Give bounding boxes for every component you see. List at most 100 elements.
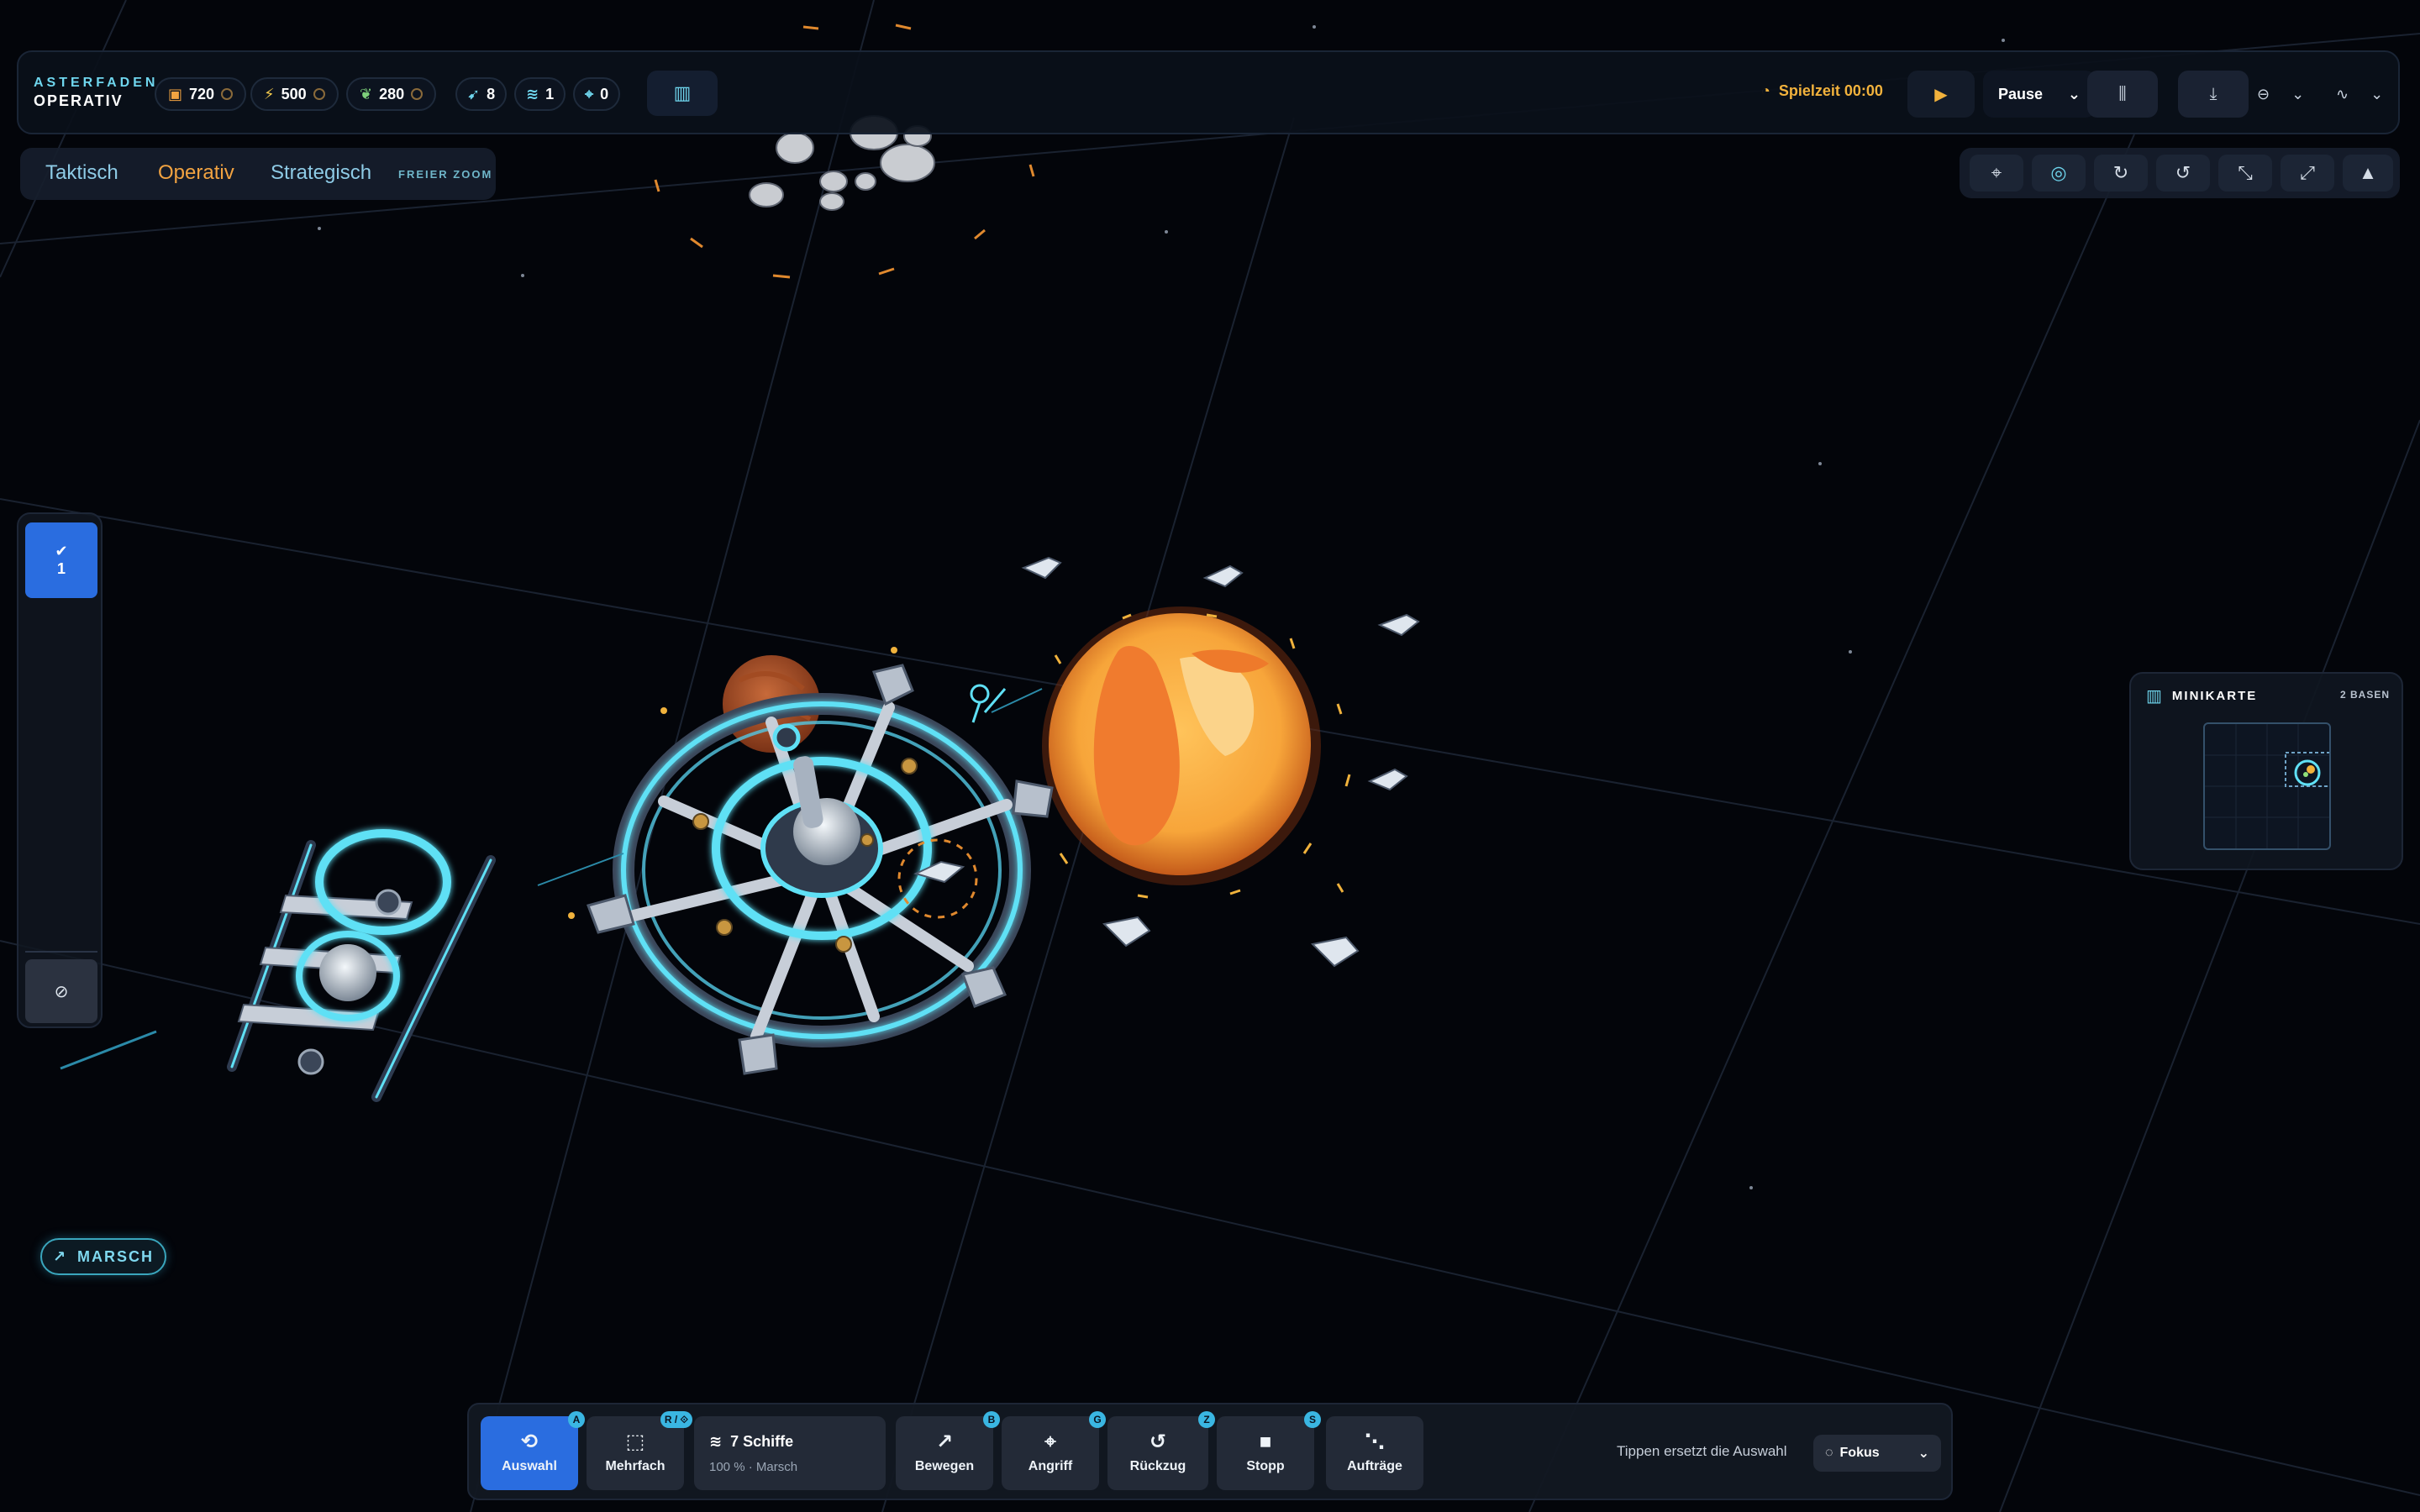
play-icon: ▶ <box>1934 85 1948 104</box>
minimap-unit-marker <box>2303 772 2308 777</box>
unit-count-fleet[interactable]: ➹ 8 <box>455 77 508 111</box>
export-button[interactable]: ⤓ <box>2178 71 2249 118</box>
globe-icon: ◎ <box>2050 162 2067 183</box>
move-button[interactable]: ↗ Bewegen B <box>896 1411 1000 1490</box>
expand-icon: ⤢ <box>2300 162 2315 183</box>
attack-button[interactable]: ⌖ Angriff G <box>1002 1411 1106 1490</box>
layers-icon: ≋ <box>709 1433 723 1450</box>
rotate-right-icon: ↻ <box>2112 162 2129 183</box>
resource-energy-value: 500 <box>281 85 307 102</box>
zoom-in-button[interactable]: ⤡ <box>2218 155 2272 192</box>
tab-operative[interactable]: Operativ <box>158 161 234 185</box>
game-clock-label: Spielzeit 00:00 <box>1778 82 1883 99</box>
tab-strategic[interactable]: Strategisch <box>271 161 371 185</box>
select-button[interactable]: ⟲ Auswahl A <box>481 1411 585 1490</box>
fleet-count: 7 Schiffe <box>730 1433 794 1450</box>
focus-icon: ◌ <box>1825 1446 1833 1460</box>
map-icon: ▥ <box>673 82 692 103</box>
stop-icon: ■ <box>1259 1431 1272 1453</box>
unit-count-target[interactable]: ⌖ 0 <box>573 77 621 111</box>
rotate-left-icon: ↺ <box>2175 162 2191 183</box>
resource-energy[interactable]: ⚡ 500 <box>250 77 339 111</box>
multi-select-label: Mehrfach <box>605 1459 666 1473</box>
download-icon: ⤓ <box>2209 84 2217 103</box>
game-viewport[interactable] <box>0 0 2420 1512</box>
hotkey-badge: Z <box>1198 1411 1215 1428</box>
compass-icon: ⊘ <box>54 982 69 1001</box>
free-zoom-toggle[interactable]: FREIER ZOOM <box>398 168 492 181</box>
divider <box>25 951 97 953</box>
unit-count-layers[interactable]: ≋ 1 <box>514 77 566 111</box>
clock-icon: ◔ <box>1761 82 1770 99</box>
zoom-out-button[interactable]: ⤢ <box>2281 155 2334 192</box>
crosshair-icon: ⌖ <box>1991 162 2002 183</box>
camera-toolbar: ⌖ ◎ ↻ ↺ ⤡ ⤢ ▲ <box>1960 148 2400 198</box>
minimap-header: ▥ MINIKARTE <box>2146 685 2257 706</box>
rotate-left-button[interactable]: ↺ <box>2156 155 2210 192</box>
control-group-panel: ✔ 1 ⊘ <box>17 512 103 1028</box>
control-group-1[interactable]: ✔ 1 <box>25 522 97 598</box>
stop-label: Stopp <box>1246 1459 1285 1473</box>
map-button[interactable]: ▥ <box>647 71 718 116</box>
control-group-number: 1 <box>56 560 66 577</box>
stars <box>318 25 2005 1189</box>
arrow-up-right-icon: ↗ <box>935 1431 954 1453</box>
check-icon: ✔ <box>55 543 68 559</box>
minimap-panel: ▥ MINIKARTE 2 BASEN <box>2129 672 2403 870</box>
minimap-sun-marker <box>2307 765 2315 774</box>
audio-button[interactable]: ⫼ <box>2087 71 2158 118</box>
waveform-icon: ⫼ <box>2118 84 2127 103</box>
fleet-summary[interactable]: ≋ 7 Schiffe 100 % · Marsch <box>694 1416 886 1490</box>
top-bar: ASTERFADEN OPERATIV ▣ 720 ⚡ 500 ❦ 280 ➹ … <box>17 50 2400 134</box>
orbit-view-button[interactable]: ◎ <box>2032 155 2086 192</box>
march-status-button[interactable]: ↗ MARSCH <box>40 1238 166 1275</box>
resource-crate[interactable]: ▣ 720 <box>155 77 247 111</box>
resource-biomass-value: 280 <box>379 85 405 102</box>
tab-tactical[interactable]: Taktisch <box>45 161 118 185</box>
hotkey-badge: R / ⟐ <box>660 1411 692 1428</box>
hotkey-badge: G <box>1089 1411 1106 1428</box>
view-options-dropdown[interactable]: ⊖ ⌄ <box>2257 71 2304 118</box>
hotkey-badge: B <box>983 1411 1000 1428</box>
focus-label: Fokus <box>1839 1446 1880 1460</box>
minimap-base-count: 2 BASEN <box>2339 689 2390 701</box>
speed-label: Pause <box>1998 85 2044 102</box>
selection-hint: Tippen ersetzt die Auswahl <box>1617 1443 1787 1459</box>
retreat-button[interactable]: ↺ Rückzug Z <box>1107 1411 1215 1490</box>
map-icon: ▥ <box>2146 687 2164 706</box>
brand: ASTERFADEN OPERATIV <box>34 76 158 110</box>
fleet-icon: ➹ <box>467 86 481 102</box>
unit-count-fleet-value: 8 <box>487 85 496 102</box>
focus-dropdown[interactable]: ◌ Fokus ⌄ <box>1813 1435 1941 1472</box>
cursor-icon: ⟲ <box>520 1431 539 1453</box>
speed-dropdown[interactable]: Pause ⌄ <box>1983 71 2096 118</box>
orders-button[interactable]: ⋱ Aufträge <box>1326 1416 1423 1490</box>
leaf-icon: ❦ <box>360 86 373 102</box>
arrow-up-right-icon: ↗ <box>52 1247 68 1265</box>
resource-biomass[interactable]: ❦ 280 <box>346 77 437 111</box>
select-label: Auswahl <box>502 1459 557 1473</box>
multi-select-button[interactable]: ⬚ Mehrfach R / ⟐ <box>587 1411 692 1490</box>
resource-crate-value: 720 <box>189 85 215 102</box>
chevron-down-icon: ⌄ <box>2291 85 2305 102</box>
group-settings-button[interactable]: ⊘ <box>25 959 97 1023</box>
chevron-down-icon: ⌄ <box>1918 1446 1929 1461</box>
march-label: MARSCH <box>77 1247 155 1265</box>
ship <box>1377 613 1420 637</box>
center-view-button[interactable]: ⌖ <box>1970 155 2023 192</box>
chevron-down-icon: ⌄ <box>2067 85 2081 102</box>
game-clock: ◔ Spielzeit 00:00 <box>1761 82 1883 100</box>
unit-count-layers-value: 1 <box>545 85 555 102</box>
activity-dropdown[interactable]: ∿ ⌄ <box>2336 71 2383 118</box>
navigate-button[interactable]: ▲ <box>2343 155 2393 192</box>
unit-count-target-value: 0 <box>600 85 609 102</box>
collapse-icon: ⤡ <box>2238 162 2253 183</box>
attack-label: Angriff <box>1028 1459 1073 1473</box>
play-button[interactable]: ▶ <box>1907 71 1975 118</box>
stop-button[interactable]: ■ Stopp S <box>1217 1411 1321 1490</box>
layers-icon: ≋ <box>526 86 539 102</box>
rotate-right-button[interactable]: ↻ <box>2094 155 2148 192</box>
resource-indicator-icon <box>411 88 424 100</box>
minimap-canvas[interactable] <box>2203 722 2332 850</box>
rotate-left-icon: ↺ <box>1149 1431 1167 1453</box>
